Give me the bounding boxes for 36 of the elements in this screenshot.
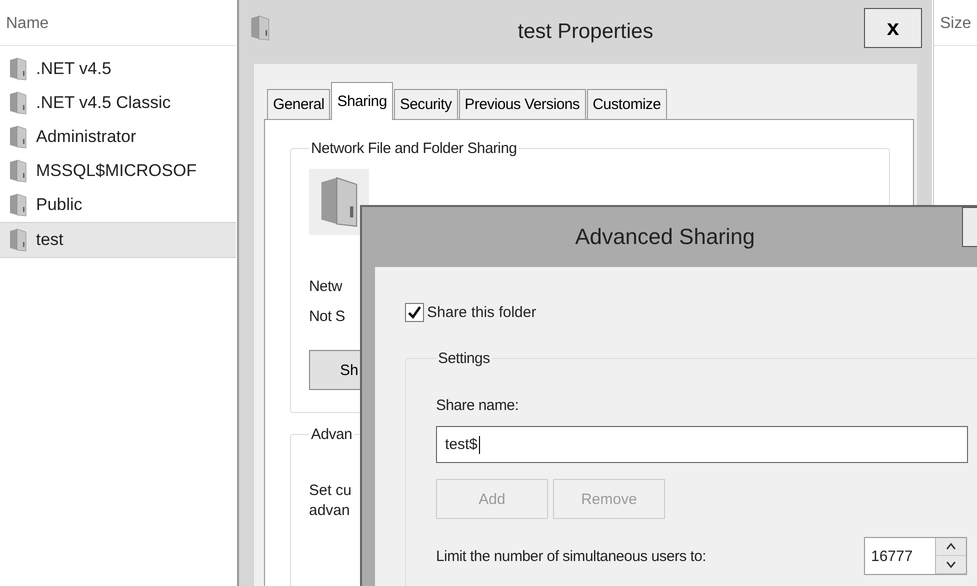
folder-icon (8, 193, 28, 217)
tab[interactable]: Sharing (331, 82, 393, 120)
user-limit-spinner[interactable]: 16777 (864, 537, 967, 575)
description-text: advan (309, 501, 350, 521)
group-title: Settings (437, 350, 491, 367)
checkbox[interactable] (405, 303, 424, 322)
close-button[interactable]: x (864, 8, 922, 48)
group-title: Network File and Folder Sharing (310, 140, 518, 157)
folder-icon (8, 57, 28, 81)
folder-icon (8, 228, 28, 252)
folder-item[interactable]: test (0, 222, 236, 258)
folder-item[interactable]: .NET v4.5 Classic (0, 86, 236, 120)
tab[interactable]: General (267, 89, 330, 119)
column-header[interactable]: Name (6, 15, 49, 33)
tab[interactable]: Customize (586, 89, 667, 119)
folder-item[interactable]: Administrator (0, 120, 236, 154)
share-name-field[interactable]: test$ (436, 426, 968, 463)
folder-item[interactable]: MSSQL$MICROSOF (0, 154, 236, 188)
checkbox-label[interactable]: Share this folder (427, 304, 536, 321)
sharing-status-text: Netw (309, 277, 342, 297)
folder-icon (8, 159, 28, 183)
folder-item[interactable]: Public (0, 188, 236, 222)
folder-icon (249, 14, 271, 42)
folder-icon (8, 91, 28, 115)
sharing-status-text: Not S (309, 307, 346, 327)
tab[interactable]: Previous Versions (458, 89, 586, 119)
folder-icon (8, 125, 28, 149)
column-header[interactable]: Size (940, 15, 972, 33)
tab[interactable]: Security (394, 89, 458, 119)
description-text: Set cu (309, 481, 352, 501)
field-label: Share name: (436, 397, 520, 414)
dialog-title: Advanced Sharing (575, 224, 755, 250)
window-title: test Properties (518, 20, 654, 44)
field-label: Limit the number of simultaneous users to: (436, 548, 708, 564)
group-title: Advan (310, 426, 354, 443)
folder-item[interactable]: .NET v4.5 (0, 52, 236, 86)
